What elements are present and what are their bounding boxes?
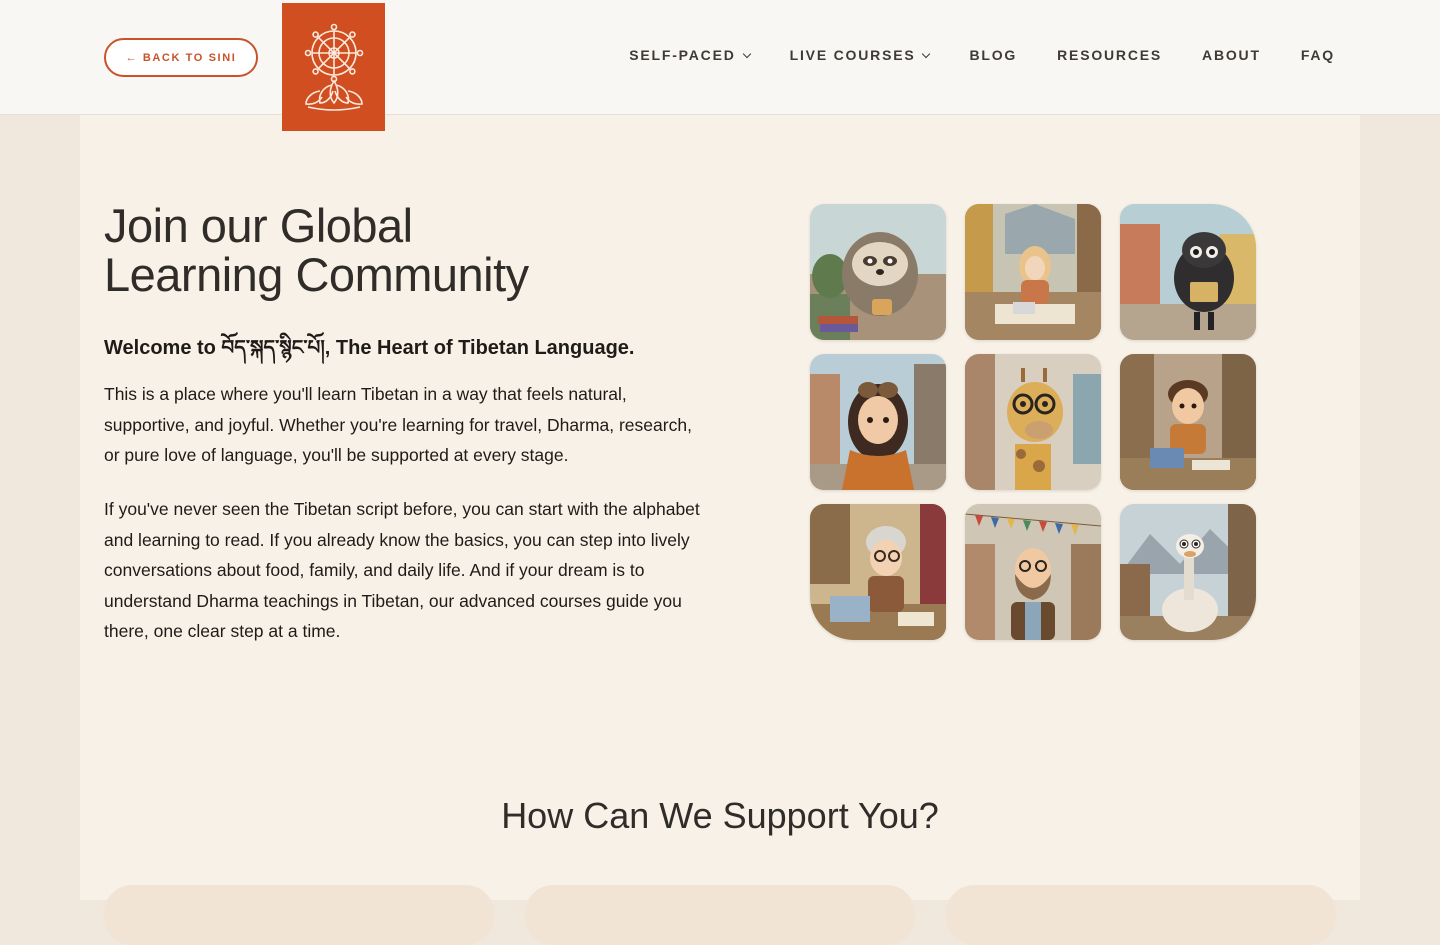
community-image-grid (810, 204, 1256, 640)
nav-blog-label: BLOG (969, 47, 1018, 63)
back-to-sini-button[interactable]: ← BACK TO SINI (104, 38, 258, 77)
site-header: ← BACK TO SINI SELF-PACED LIVE COURSES B… (0, 0, 1440, 131)
nav-self-paced-label: SELF-PACED (629, 47, 736, 63)
hero-paragraph-1: This is a place where you'll learn Tibet… (104, 384, 692, 465)
nav-resources-label: RESOURCES (1057, 47, 1163, 63)
nav-faq[interactable]: FAQ (1301, 47, 1335, 63)
gallery-image-grandma (810, 504, 946, 640)
nav-about[interactable]: ABOUT (1202, 47, 1261, 63)
support-card[interactable] (525, 885, 915, 945)
nav-live-courses-label: LIVE COURSES (789, 47, 916, 63)
nav-faq-label: FAQ (1300, 47, 1335, 63)
hero-subtitle: Welcome to བོད་སྐད་སྙིང་པོ།, The Heart o… (104, 337, 635, 359)
gallery-image-sloth (810, 204, 946, 340)
support-section-title: How Can We Support You? (501, 795, 939, 836)
support-card[interactable] (946, 885, 1336, 945)
gallery-image-black-sheep (1120, 204, 1256, 340)
nav-resources[interactable]: RESOURCES (1057, 47, 1162, 63)
hero-title: Join our Global Learning Community (104, 201, 664, 299)
nav-self-paced[interactable]: SELF-PACED (629, 47, 751, 63)
hero-title-line2: Learning Community (104, 248, 529, 301)
dharma-wheel-icon (304, 23, 363, 111)
support-card[interactable] (104, 885, 494, 945)
dharma-wheel-lotus-logo[interactable] (282, 3, 385, 131)
back-to-sini-label: ← BACK TO SINI (125, 51, 237, 64)
chevron-down-icon (922, 49, 931, 58)
main-nav: SELF-PACED LIVE COURSES BLOG RESOURCES A… (629, 47, 1335, 63)
main-panel: Join our Global Learning Community Welco… (80, 115, 1360, 945)
gallery-image-ostrich (1120, 504, 1256, 640)
gallery-image-bearded-man (965, 504, 1101, 640)
nav-about-label: ABOUT (1202, 47, 1261, 63)
gallery-image-girl-studying (965, 204, 1101, 340)
gallery-image-girl-goggles (810, 354, 946, 490)
gallery-image-giraffe (965, 354, 1101, 490)
nav-blog[interactable]: BLOG (969, 47, 1017, 63)
gallery-image-boy-laptop (1120, 354, 1256, 490)
nav-live-courses[interactable]: LIVE COURSES (789, 47, 931, 63)
hero-paragraph-2: If you've never seen the Tibetan script … (104, 499, 700, 641)
hero-title-line1: Join our Global (104, 199, 413, 252)
chevron-down-icon (742, 49, 751, 58)
